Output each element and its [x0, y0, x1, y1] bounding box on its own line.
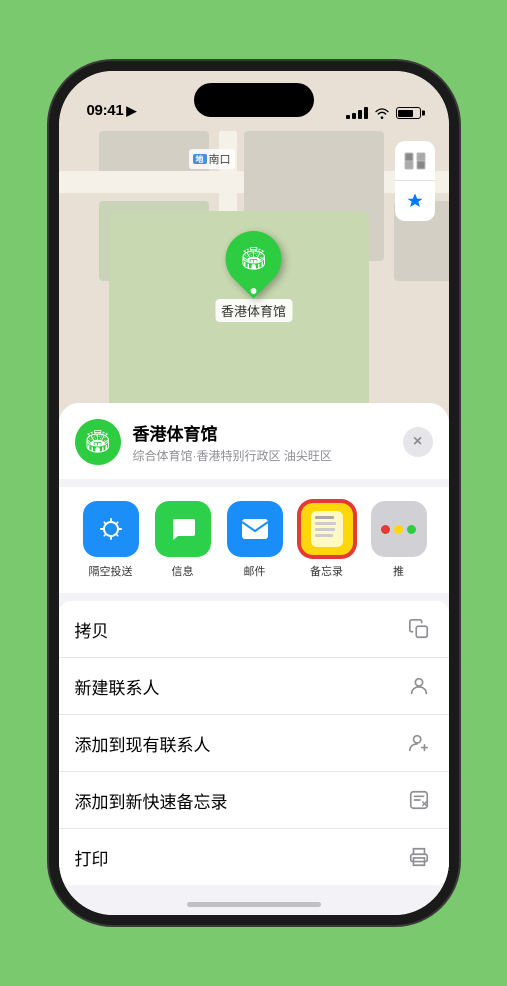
map-type-button[interactable]	[395, 141, 435, 181]
share-item-mail[interactable]: 邮件	[219, 501, 291, 579]
more-icon-wrap	[371, 501, 427, 557]
signal-icon	[346, 107, 368, 119]
notes-line-3	[315, 528, 335, 531]
action-new-contact[interactable]: 新建联系人	[59, 658, 449, 715]
notes-line-1	[315, 516, 334, 519]
quick-note-icon	[405, 786, 433, 814]
airdrop-label: 隔空投送	[89, 563, 133, 579]
share-item-notes[interactable]: 备忘录	[291, 501, 363, 579]
bottom-sheet: 🏟 香港体育馆 综合体育馆·香港特别行政区 油尖旺区 × 隔空投送	[59, 403, 449, 915]
notes-label: 备忘录	[310, 563, 343, 579]
pin-icon: 🏟	[240, 246, 268, 272]
venue-icon: 🏟	[75, 419, 121, 465]
more-dot-yellow	[394, 525, 403, 534]
map-label: 地 南口	[189, 149, 235, 169]
action-add-to-contact-label: 添加到现有联系人	[75, 731, 211, 756]
action-new-contact-label: 新建联系人	[75, 674, 160, 699]
map-label-text: 南口	[209, 151, 231, 167]
venue-name: 香港体育馆	[133, 420, 391, 445]
status-right-icons	[346, 107, 421, 119]
notes-line-4	[315, 534, 333, 537]
action-add-quick-note-label: 添加到新快速备忘录	[75, 788, 228, 813]
share-item-more[interactable]: 推	[363, 501, 435, 579]
notes-lines	[311, 511, 343, 547]
action-add-to-contact[interactable]: 添加到现有联系人	[59, 715, 449, 772]
venue-pin-label: 香港体育馆	[215, 299, 292, 322]
venue-pin[interactable]: 🏟 香港体育馆	[215, 231, 292, 322]
venue-subtitle: 综合体育馆·香港特别行政区 油尖旺区	[133, 447, 391, 464]
more-label: 推	[393, 563, 404, 579]
airdrop-icon-wrap	[83, 501, 139, 557]
map-label-icon: 地	[193, 154, 207, 164]
notes-icon-wrap	[299, 501, 355, 557]
action-copy-label: 拷贝	[75, 617, 109, 642]
action-print[interactable]: 打印	[59, 829, 449, 885]
battery-icon	[396, 107, 421, 119]
map-controls	[395, 141, 435, 221]
pin-dot	[250, 288, 256, 294]
navigation-arrow: ▶	[126, 103, 136, 119]
more-dots	[381, 525, 416, 534]
new-contact-icon	[405, 672, 433, 700]
more-dot-red	[381, 525, 390, 534]
home-indicator	[187, 902, 321, 907]
messages-label: 信息	[172, 563, 194, 579]
sheet-header: 🏟 香港体育馆 综合体育馆·香港特别行政区 油尖旺区 ×	[59, 403, 449, 479]
pin-shape: 🏟	[214, 219, 293, 298]
share-item-messages[interactable]: 信息	[147, 501, 219, 579]
venue-info: 香港体育馆 综合体育馆·香港特别行政区 油尖旺区	[133, 420, 391, 464]
action-print-label: 打印	[75, 845, 109, 870]
wifi-icon	[374, 107, 390, 119]
location-button[interactable]	[395, 181, 435, 221]
status-time: 09:41	[87, 102, 124, 119]
mail-label: 邮件	[244, 563, 266, 579]
add-to-contact-icon	[405, 729, 433, 757]
print-icon	[405, 843, 433, 871]
close-button[interactable]: ×	[403, 427, 433, 457]
dynamic-island	[194, 83, 314, 117]
copy-icon	[405, 615, 433, 643]
action-add-quick-note[interactable]: 添加到新快速备忘录	[59, 772, 449, 829]
mail-icon-wrap	[227, 501, 283, 557]
action-copy[interactable]: 拷贝	[59, 601, 449, 658]
more-dot-green	[407, 525, 416, 534]
share-row: 隔空投送 信息 邮件	[59, 487, 449, 593]
messages-icon-wrap	[155, 501, 211, 557]
phone-frame: 09:41 ▶ 地 南口	[59, 71, 449, 915]
notes-line-2	[315, 522, 337, 525]
action-list: 拷贝 新建联系人 添	[59, 601, 449, 885]
share-item-airdrop[interactable]: 隔空投送	[75, 501, 147, 579]
